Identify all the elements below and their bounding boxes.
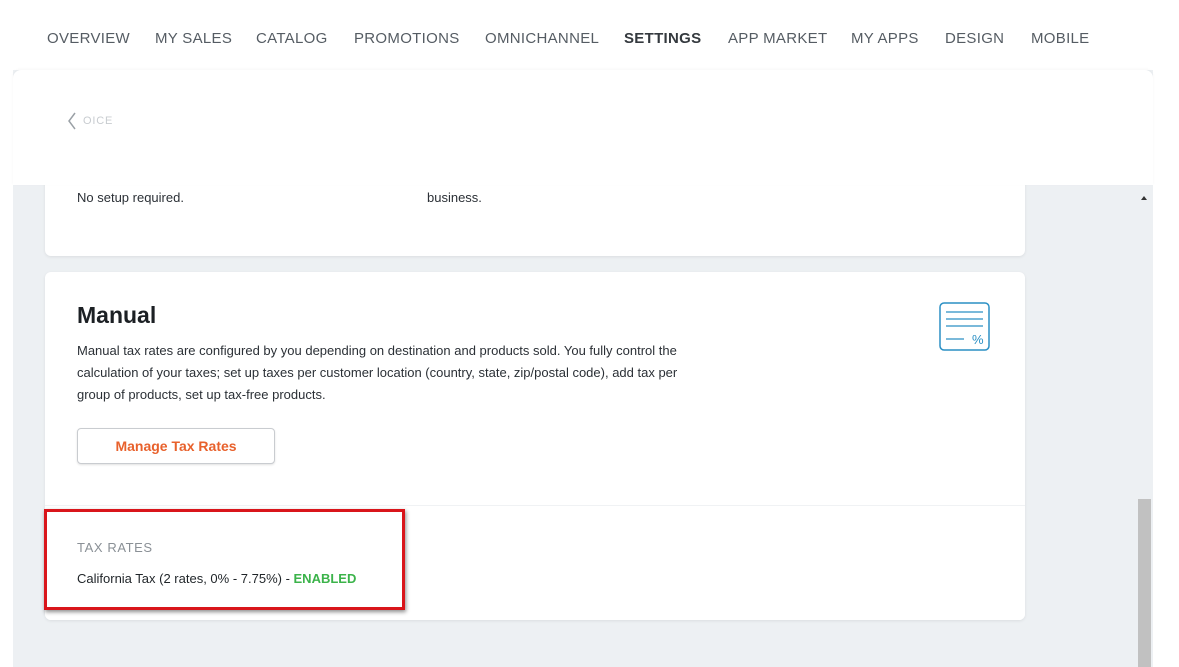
scroll-up-arrow-icon[interactable] bbox=[1139, 190, 1149, 200]
card-right-text: business. bbox=[427, 190, 482, 205]
scrollbar-thumb[interactable] bbox=[1138, 499, 1151, 667]
nav-item-catalog[interactable]: CATALOG bbox=[256, 30, 328, 47]
nav-item-my-sales[interactable]: MY SALES bbox=[155, 30, 232, 47]
nav-item-settings[interactable]: SETTINGS bbox=[624, 30, 701, 47]
tax-icon-symbol: % bbox=[972, 332, 984, 347]
back-link-label: OICE bbox=[83, 115, 114, 127]
manual-title: Manual bbox=[77, 302, 157, 328]
page-header-panel: OICE bbox=[13, 70, 1153, 185]
chevron-left-icon bbox=[67, 112, 77, 130]
highlight-annotation-box bbox=[44, 509, 405, 610]
card-left-text: No setup required. bbox=[77, 190, 184, 205]
nav-item-design[interactable]: DESIGN bbox=[945, 30, 1004, 47]
nav-item-app-market[interactable]: APP MARKET bbox=[728, 30, 827, 47]
nav-item-mobile[interactable]: MOBILE bbox=[1031, 30, 1089, 47]
manage-tax-rates-button[interactable]: Manage Tax Rates bbox=[77, 428, 275, 464]
nav-item-omnichannel[interactable]: OMNICHANNEL bbox=[485, 30, 599, 47]
tax-document-icon: % bbox=[939, 302, 991, 357]
nav-item-my-apps[interactable]: MY APPS bbox=[851, 30, 919, 47]
top-navigation: OVERVIEW MY SALES CATALOG PROMOTIONS OMN… bbox=[0, 0, 1179, 72]
manual-description: Manual tax rates are configured by you d… bbox=[77, 343, 678, 402]
back-link[interactable]: OICE bbox=[67, 112, 113, 130]
nav-item-promotions[interactable]: PROMOTIONS bbox=[354, 30, 460, 47]
nav-item-overview[interactable]: OVERVIEW bbox=[47, 30, 130, 47]
